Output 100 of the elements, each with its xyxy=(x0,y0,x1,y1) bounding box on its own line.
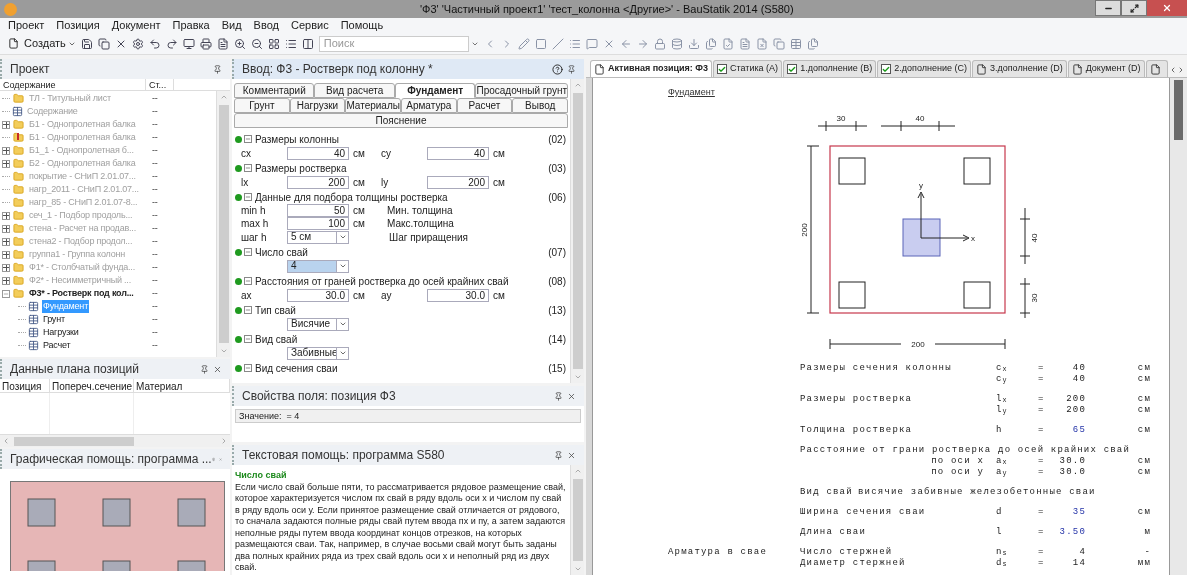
arrow-left-icon[interactable] xyxy=(619,37,632,50)
scrollbar-thumb[interactable] xyxy=(572,93,583,369)
column-header[interactable]: Ст... xyxy=(146,79,174,90)
menu-item[interactable]: Документ xyxy=(111,17,161,34)
pencil-icon[interactable] xyxy=(517,37,530,50)
input-field[interactable]: 30.0 xyxy=(287,288,349,302)
scrollbar-thumb[interactable] xyxy=(218,105,229,343)
tree-item[interactable]: Нагрузки xyxy=(42,325,80,340)
menu-item[interactable]: Проект xyxy=(8,17,45,34)
tree-item[interactable]: Ф3* - Ростверк под кол... xyxy=(28,286,135,301)
tab[interactable]: Фундамент xyxy=(394,83,476,98)
download-icon[interactable] xyxy=(687,37,700,50)
input-field[interactable]: 200 xyxy=(287,175,349,189)
lock-icon[interactable] xyxy=(653,37,666,50)
scroll-right-icon[interactable] xyxy=(220,437,228,445)
redo-icon[interactable] xyxy=(165,37,178,50)
save-icon[interactable] xyxy=(80,37,93,50)
document-tab[interactable]: Активная позиция: Ф3 xyxy=(590,60,712,77)
dropdown[interactable]: Висячие xyxy=(287,317,349,331)
file-check-icon[interactable] xyxy=(721,37,734,50)
tab[interactable]: Расчет xyxy=(456,98,513,113)
comment-icon[interactable] xyxy=(585,37,598,50)
menu-item[interactable]: Сервис xyxy=(290,17,329,34)
collapse-icon[interactable] xyxy=(244,164,252,172)
collapse-icon[interactable] xyxy=(244,306,252,314)
scroll-left-icon[interactable] xyxy=(1169,66,1177,74)
tab[interactable]: Материалы xyxy=(345,98,401,113)
scroll-down-icon[interactable] xyxy=(219,347,228,355)
document-link[interactable]: Фундамент xyxy=(668,87,715,97)
scroll-up-icon[interactable] xyxy=(219,93,228,101)
tab[interactable]: Грунт xyxy=(234,98,290,113)
input-field[interactable]: 40 xyxy=(427,146,489,160)
collapse-icon[interactable] xyxy=(244,335,252,343)
scroll-down-icon[interactable] xyxy=(573,373,582,381)
dropdown[interactable]: Забивные xyxy=(287,346,349,360)
table-icon[interactable] xyxy=(789,37,802,50)
tab[interactable]: Вид расчета xyxy=(314,83,395,98)
input-field[interactable]: 100 xyxy=(287,217,349,230)
collapse-icon[interactable] xyxy=(244,277,252,285)
collapse-icon[interactable] xyxy=(244,135,252,143)
document-tab[interactable]: 1.дополнение (B) xyxy=(783,60,877,77)
menu-item[interactable]: Позиция xyxy=(56,17,100,34)
monitor-icon[interactable] xyxy=(182,37,195,50)
close-icon[interactable] xyxy=(213,364,222,374)
close-icon[interactable] xyxy=(567,391,576,401)
input-field[interactable]: 50 xyxy=(287,204,349,217)
tab[interactable]: Комментарий xyxy=(234,83,315,98)
help-icon[interactable] xyxy=(552,63,563,75)
collapse-icon[interactable] xyxy=(2,289,10,298)
input-field[interactable]: 40 xyxy=(287,146,349,160)
input-field[interactable]: 30.0 xyxy=(427,288,489,302)
copy-icon[interactable] xyxy=(772,37,785,50)
tab[interactable]: Пояснение xyxy=(234,113,568,128)
zoom-out-icon[interactable] xyxy=(250,37,263,50)
tab[interactable]: Вывод xyxy=(512,98,569,113)
scrollbar-thumb[interactable] xyxy=(14,436,134,446)
columns-icon[interactable] xyxy=(301,37,314,50)
input-field[interactable]: 200 xyxy=(427,175,489,189)
list-icon[interactable] xyxy=(284,37,297,50)
new-file-icon[interactable] xyxy=(8,38,19,49)
menu-item[interactable]: Вид xyxy=(221,17,242,34)
files-icon[interactable] xyxy=(806,37,819,50)
files-icon[interactable] xyxy=(704,37,717,50)
document-tab[interactable]: Статика (A) xyxy=(713,60,783,77)
tab[interactable]: Просадочный грунт xyxy=(475,83,568,98)
undo-icon[interactable] xyxy=(148,37,161,50)
tree-item[interactable]: Грунт xyxy=(42,312,66,327)
menu-item[interactable]: Правка xyxy=(172,17,210,34)
minimize-button[interactable] xyxy=(1095,0,1121,16)
maximize-button[interactable] xyxy=(1121,0,1147,16)
menu-item[interactable]: Помощь xyxy=(340,17,384,34)
column-header[interactable]: Позиция xyxy=(0,379,50,392)
dropdown[interactable]: 4 xyxy=(287,259,349,273)
file-x-icon[interactable] xyxy=(755,37,768,50)
document-tab[interactable]: 3.дополнение (D) xyxy=(971,60,1067,77)
create-button[interactable]: Создать xyxy=(24,35,66,52)
menu-item[interactable]: Ввод xyxy=(253,17,279,34)
tree-item[interactable]: Расчет xyxy=(42,338,72,353)
document-tab[interactable] xyxy=(1145,60,1168,77)
tab[interactable]: Арматура xyxy=(401,98,457,113)
printer-icon[interactable] xyxy=(199,37,212,50)
dropdown[interactable]: 5 см xyxy=(287,230,349,244)
document-tab[interactable]: 2.дополнение (C) xyxy=(877,60,971,77)
settings-icon[interactable] xyxy=(131,37,144,50)
collapse-icon[interactable] xyxy=(244,193,252,201)
database-icon[interactable] xyxy=(670,37,683,50)
close-icon[interactable] xyxy=(567,450,576,460)
scrollbar-thumb[interactable] xyxy=(572,479,583,561)
square-icon[interactable] xyxy=(534,37,547,50)
grid-icon[interactable] xyxy=(267,37,280,50)
scrollbar[interactable] xyxy=(1170,78,1187,575)
tab[interactable]: Нагрузки xyxy=(289,98,346,113)
scroll-down-icon[interactable] xyxy=(573,565,582,573)
column-header[interactable]: Попереч.сечение xyxy=(50,379,134,392)
copy-icon[interactable] xyxy=(97,37,110,50)
scroll-up-icon[interactable] xyxy=(573,467,582,475)
line-icon[interactable] xyxy=(551,37,564,50)
scroll-right-icon[interactable] xyxy=(1177,66,1185,74)
zoom-in-icon[interactable] xyxy=(233,37,246,50)
collapse-icon[interactable] xyxy=(244,248,252,256)
